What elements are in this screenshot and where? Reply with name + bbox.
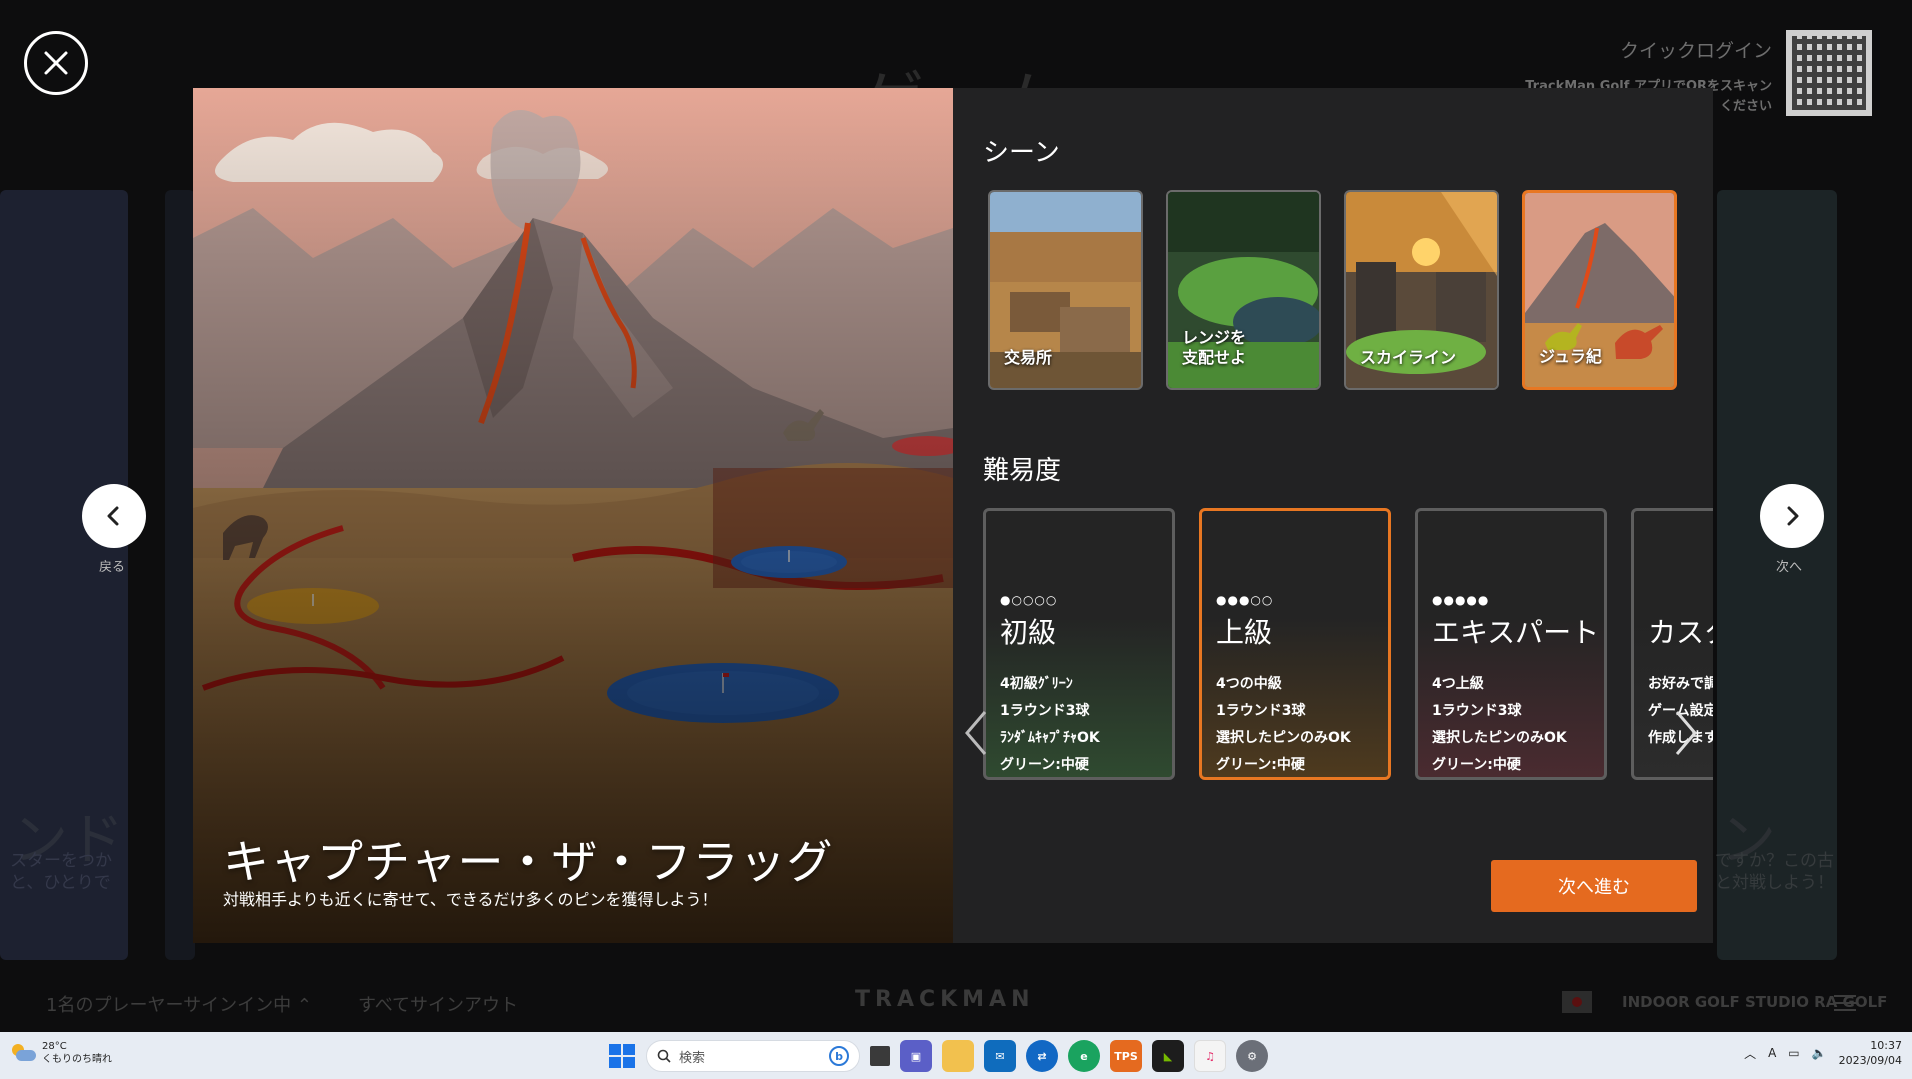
difficulty-dots: ●●●●● [1432,593,1490,607]
ime-indicator-icon[interactable]: A [1768,1046,1776,1060]
game-hero-image: キャプチャー・ザ・フラッグ 対戦相手よりも近くに寄せて、できるだけ多くのピンを獲… [193,88,953,943]
difficulty-details: 4初級ｸﾞﾘｰﾝ 1ラウンド3球 ﾗﾝﾀﾞﾑｷｬﾌﾟﾁｬOK グリーン:中硬 [1000,676,1100,773]
search-icon [657,1049,671,1063]
settings-gear-icon[interactable]: ⚙ [1236,1040,1268,1072]
game-title: キャプチャー・ザ・フラッグ [223,835,834,889]
weather-description: くもりのち晴れ [42,1054,112,1065]
difficulty-dots: ●●●○○ [1216,593,1274,607]
difficulty-carousel: ●○○○○ 初級 4初級ｸﾞﾘｰﾝ 1ラウンド3球 ﾗﾝﾀﾞﾑｷｬﾌﾟﾁｬOK … [983,508,1713,783]
scene-card-trading-post[interactable]: 交易所 [988,190,1143,390]
mail-icon[interactable]: ✉ [984,1040,1016,1072]
search-placeholder: 検索 [679,1050,706,1066]
scene-card-skyline[interactable]: スカイライン [1344,190,1499,390]
teams-icon[interactable]: ▣ [900,1040,932,1072]
left-card-desc: スターをつか と、ひとりで [10,851,112,893]
scene-heading: シーン [983,138,1060,168]
chevron-left-icon [107,506,119,526]
time: 10:37 [1870,1039,1902,1052]
system-tray: ︿ A ▭ 🔈 10:37 2023/09/04 [1744,1038,1902,1068]
temperature: 28°C [42,1041,67,1052]
next-label: 次へ [1776,560,1803,575]
close-icon [44,51,68,75]
quick-login-title: クイックログイン [1619,40,1772,62]
volcano-landscape-illustration [193,88,953,943]
trackman-logo: TRACKMAN [855,987,1035,1012]
difficulty-heading: 難易度 [983,456,1062,486]
difficulty-scroll-left-icon[interactable] [961,708,991,758]
task-view-icon[interactable] [870,1046,890,1066]
next-game-button[interactable] [1760,484,1824,548]
difficulty-name: 上級 [1216,616,1273,649]
chevron-right-icon [1787,506,1799,526]
options-panel: シーン 交易所 レンジを 支配せよ スカイライン ジュラ紀 難易度 ●○○○○ … [953,88,1713,943]
weather-widget[interactable]: 28°C くもりのち晴れ [10,1040,112,1066]
difficulty-name: カスタム [1648,616,1713,649]
scene-label: 交易所 [1004,348,1053,367]
windows-start-icon[interactable] [606,1041,636,1071]
scene-label: ジュラ紀 [1539,347,1602,366]
tps-app-icon[interactable]: TPS [1110,1040,1142,1072]
game-subtitle: 対戦相手よりも近くに寄せて、できるだけ多くのピンを獲得しよう！ [223,890,718,909]
sign-out-all-button[interactable]: すべてサインアウト [358,991,518,1017]
volume-icon[interactable]: 🔈 [1812,1046,1827,1060]
nvidia-icon[interactable]: ◣ [1152,1040,1184,1072]
difficulty-scroll-right-icon[interactable] [1671,708,1701,758]
previous-game-button[interactable] [82,484,146,548]
difficulty-card-beginner[interactable]: ●○○○○ 初級 4初級ｸﾞﾘｰﾝ 1ラウンド3球 ﾗﾝﾀﾞﾑｷｬﾌﾟﾁｬOK … [983,508,1175,780]
difficulty-details: 4つの中級 1ラウンド3球 選択したピンのみOK グリーン:中硬 [1216,676,1351,773]
bing-icon[interactable]: b [829,1046,849,1066]
qr-code [1786,30,1872,116]
next-step-button[interactable]: 次へ進む [1491,860,1697,912]
chevron-up-icon: ⌃ [296,995,312,1016]
close-button[interactable] [24,31,88,95]
difficulty-details: 4つ上級 1ラウンド3球 選択したピンのみOK グリーン:中硬 [1432,676,1567,773]
difficulty-dots: ●○○○○ [1000,593,1058,607]
japan-flag-icon[interactable] [1562,991,1592,1013]
clock[interactable]: 10:37 2023/09/04 [1839,1038,1902,1068]
scene-label: レンジを 支配せよ [1182,328,1247,367]
game-setup-modal: キャプチャー・ザ・フラッグ 対戦相手よりも近くに寄せて、できるだけ多くのピンを獲… [193,88,1713,943]
scene-label: スカイライン [1360,348,1457,367]
taskbar-search[interactable]: 検索 b [646,1040,860,1072]
bottom-bar: 1名のプレーヤーサインイン中 ⌃ すべてサインアウト TRACKMAN INDO… [0,985,1912,1031]
itunes-icon[interactable]: ♫ [1194,1040,1226,1072]
right-card-desc: ですか？この古 と対戦しよう！ [1715,851,1834,893]
previous-label: 戻る [99,560,126,575]
scene-card-jurassic[interactable]: ジュラ紀 [1522,190,1677,390]
taskbar-apps: 検索 b ▣ ✉ ⇄ e TPS ◣ ♫ ⚙ [606,1039,1268,1073]
network-icon[interactable]: ▭ [1788,1046,1799,1060]
teamviewer-icon[interactable]: ⇄ [1026,1040,1058,1072]
edge-icon[interactable]: e [1068,1040,1100,1072]
difficulty-name: 初級 [1000,616,1057,649]
file-explorer-icon[interactable] [942,1040,974,1072]
difficulty-name: エキスパート [1432,616,1600,649]
hamburger-menu-icon[interactable] [1834,995,1856,1011]
taskbar: 28°C くもりのち晴れ 検索 b ▣ ✉ ⇄ e TPS ◣ ♫ ⚙ ︿ A … [0,1032,1912,1079]
partly-cloudy-icon [10,1044,36,1062]
left-game-card-edge [165,190,195,960]
difficulty-card-advanced[interactable]: ●●●○○ 上級 4つの中級 1ラウンド3球 選択したピンのみOK グリーン:中… [1199,508,1391,780]
chevron-up-icon[interactable]: ︿ [1744,1045,1756,1062]
scene-card-range[interactable]: レンジを 支配せよ [1166,190,1321,390]
players-signed-in[interactable]: 1名のプレーヤーサインイン中 ⌃ [46,991,312,1017]
difficulty-card-expert[interactable]: ●●●●● エキスパート 4つ上級 1ラウンド3球 選択したピンのみOK グリー… [1415,508,1607,780]
date: 2023/09/04 [1838,1054,1902,1067]
